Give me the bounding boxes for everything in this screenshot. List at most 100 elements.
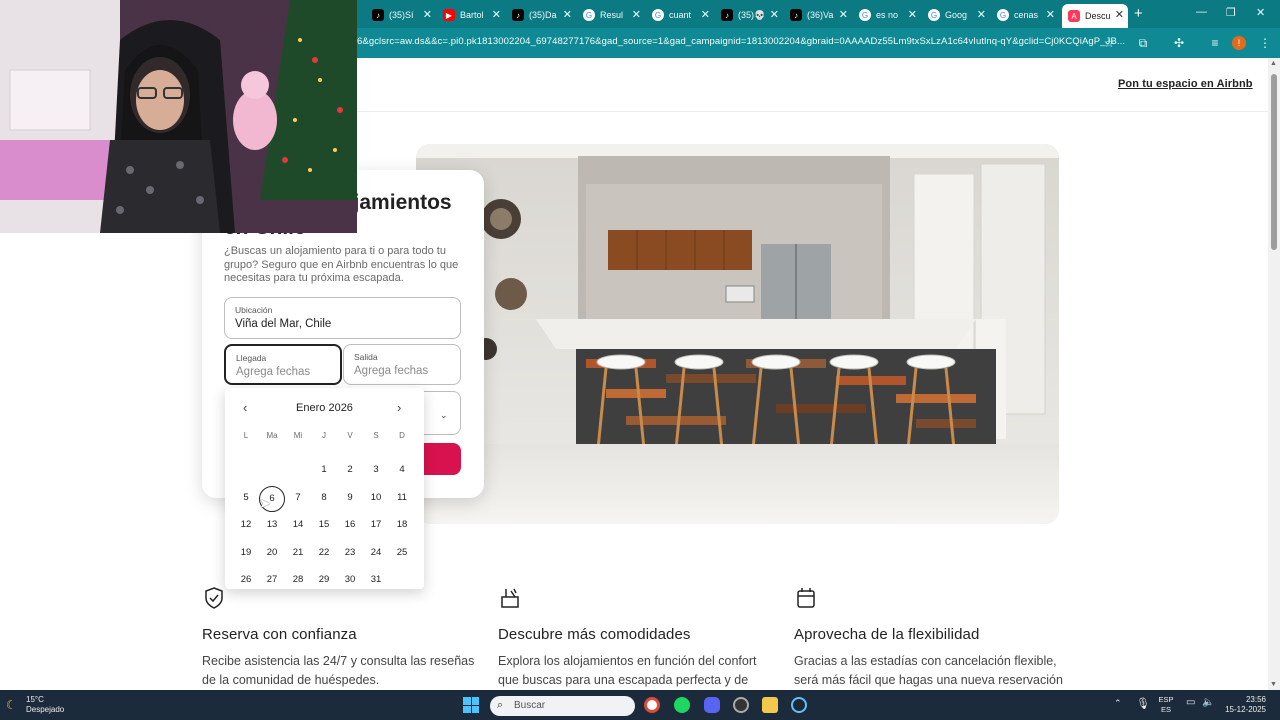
calendar-day[interactable]: 15 (311, 513, 337, 537)
calendar-day[interactable]: 4 (389, 458, 415, 482)
calendar-day[interactable]: 26 (233, 568, 259, 592)
calendar-day[interactable]: 2 (337, 458, 363, 482)
file-explorer-icon[interactable] (762, 697, 778, 713)
checkin-field[interactable]: Llegada Agrega fechas (224, 344, 342, 385)
location-field[interactable]: Ubicación Viña del Mar, Chile (224, 297, 461, 339)
obs-icon[interactable] (733, 697, 749, 713)
steam-icon[interactable] (791, 697, 807, 713)
bookmark-star-icon[interactable]: ☆ (1100, 34, 1118, 52)
calendar-day[interactable]: 23 (337, 541, 363, 565)
volume-icon[interactable]: 🔈 (1202, 697, 1214, 708)
weekday-label: S (373, 431, 379, 440)
calendar-day[interactable]: 21 (285, 541, 311, 565)
browser-tab[interactable]: G Resul ✕ (577, 4, 645, 26)
close-tab-icon[interactable]: ✕ (701, 8, 710, 21)
calendar-day[interactable]: 3 (363, 458, 389, 482)
tab-label: cuant (669, 10, 692, 20)
calendar-day[interactable]: 7 (285, 486, 311, 510)
guests-field[interactable]: ⌄ (420, 391, 461, 435)
checkout-placeholder[interactable]: Agrega fechas (354, 365, 428, 377)
calendar-day[interactable]: 16 (337, 513, 363, 537)
google-icon: G (652, 9, 664, 21)
browser-tab[interactable]: ▶ Bartol ✕ (437, 4, 505, 26)
browser-tab[interactable]: ♪ (35)Sí ✕ (366, 4, 436, 26)
calendar-day[interactable]: 30 (337, 568, 363, 592)
scrollbar-thumb[interactable] (1271, 74, 1277, 250)
browser-tab[interactable]: G es no ✕ (853, 4, 921, 26)
close-tab-icon[interactable]: ✕ (423, 8, 432, 21)
clock[interactable]: 23:56 15-12-2025 (1218, 695, 1266, 715)
extension-icon[interactable]: ⧉ (1134, 34, 1152, 52)
host-your-space-link[interactable]: Pon tu espacio en Airbnb (1118, 78, 1253, 90)
network-icon[interactable]: ▭ (1186, 697, 1195, 708)
address-bar-url[interactable]: 6&gclsrc=aw.ds&&c=.pi0.pk1813002204_6974… (357, 36, 1125, 47)
profile-avatar[interactable]: ! (1232, 36, 1246, 50)
calendar-day[interactable]: 11 (389, 486, 415, 510)
calendar-day[interactable]: 1 (311, 458, 337, 482)
close-window-button[interactable]: ✕ (1256, 6, 1265, 19)
calendar-day[interactable]: 20 (259, 541, 285, 565)
calendar-day[interactable]: 13 (259, 513, 285, 537)
close-tab-icon[interactable]: ✕ (1115, 8, 1124, 21)
feature-title: Reserva con confianza (202, 626, 357, 643)
google-icon: G (583, 9, 595, 21)
chrome-icon[interactable] (644, 697, 660, 713)
location-value[interactable]: Viña del Mar, Chile (235, 318, 331, 330)
windows-taskbar: ☾ 15°C Despejado ⌕ Buscar ⌃ 🎙 ESP ES ▭ 🔈… (0, 690, 1280, 720)
vpn-icon[interactable]: ✣ (1170, 34, 1188, 52)
tab-label: Bartol (460, 10, 484, 20)
scroll-down-icon[interactable]: ▼ (1270, 681, 1277, 688)
google-icon: G (859, 9, 871, 21)
checkin-placeholder[interactable]: Agrega fechas (236, 366, 310, 378)
tray-chevron-up-icon[interactable]: ⌃ (1114, 698, 1122, 709)
calendar-day[interactable]: 17 (363, 513, 389, 537)
calendar-day[interactable]: 29 (311, 568, 337, 592)
browser-tab[interactable]: ♪ (35)Da ✕ (506, 4, 576, 26)
minimize-button[interactable]: — (1196, 6, 1207, 18)
calendar-day[interactable]: 10 (363, 486, 389, 510)
microphone-icon[interactable]: 🎙 (1136, 697, 1150, 710)
chevron-right-icon[interactable]: › (397, 400, 401, 415)
discord-icon[interactable] (704, 697, 720, 713)
spotify-icon[interactable] (674, 697, 690, 713)
scroll-up-icon[interactable]: ▲ (1270, 60, 1277, 67)
browser-tab[interactable]: G cenas ✕ (991, 4, 1059, 26)
calendar-day[interactable]: 19 (233, 541, 259, 565)
calendar-day[interactable]: 8 (311, 486, 337, 510)
browser-tab-active[interactable]: A Descu ✕ (1062, 4, 1128, 28)
browser-tab[interactable]: G cuant ✕ (646, 4, 714, 26)
close-tab-icon[interactable]: ✕ (1046, 8, 1055, 21)
language-indicator[interactable]: ESP ES (1158, 695, 1174, 715)
checkout-field[interactable]: Salida Agrega fechas (343, 344, 461, 385)
taskbar-search[interactable]: ⌕ Buscar (490, 696, 635, 716)
calendar-day[interactable]: 27 (259, 568, 285, 592)
close-tab-icon[interactable]: ✕ (492, 8, 501, 21)
new-tab-button[interactable]: + (1134, 5, 1143, 22)
close-tab-icon[interactable]: ✕ (839, 8, 848, 21)
calendar-day[interactable]: 18 (389, 513, 415, 537)
playlist-icon[interactable]: ≡ (1206, 34, 1224, 52)
browser-tab[interactable]: ♪ (35)💀 ✕ (715, 4, 783, 26)
browser-menu-icon[interactable]: ⋮ (1256, 34, 1274, 52)
calendar-day[interactable]: 12 (233, 513, 259, 537)
windows-start-icon[interactable] (463, 697, 479, 713)
calendar-day[interactable]: 24 (363, 541, 389, 565)
calendar-day[interactable]: 9 (337, 486, 363, 510)
calendar-day[interactable]: 28 (285, 568, 311, 592)
browser-tab[interactable]: ♪ (36)Va ✕ (784, 4, 852, 26)
calendar-day[interactable]: 22 (311, 541, 337, 565)
calendar-day[interactable]: 25 (389, 541, 415, 565)
close-tab-icon[interactable]: ✕ (770, 8, 779, 21)
close-tab-icon[interactable]: ✕ (977, 8, 986, 21)
maximize-button[interactable]: ❐ (1226, 6, 1236, 19)
weather-widget[interactable]: 15°C Despejado (26, 695, 64, 715)
calendar-day[interactable]: 5 (233, 486, 259, 510)
page-scrollbar[interactable]: ▲ ▼ (1268, 58, 1280, 690)
calendar-day[interactable]: 31 (363, 568, 389, 592)
browser-tab[interactable]: G Goog ✕ (922, 4, 990, 26)
close-tab-icon[interactable]: ✕ (632, 8, 641, 21)
close-tab-icon[interactable]: ✕ (563, 8, 572, 21)
search-button[interactable] (422, 443, 461, 475)
close-tab-icon[interactable]: ✕ (908, 8, 917, 21)
calendar-day[interactable]: 14 (285, 513, 311, 537)
